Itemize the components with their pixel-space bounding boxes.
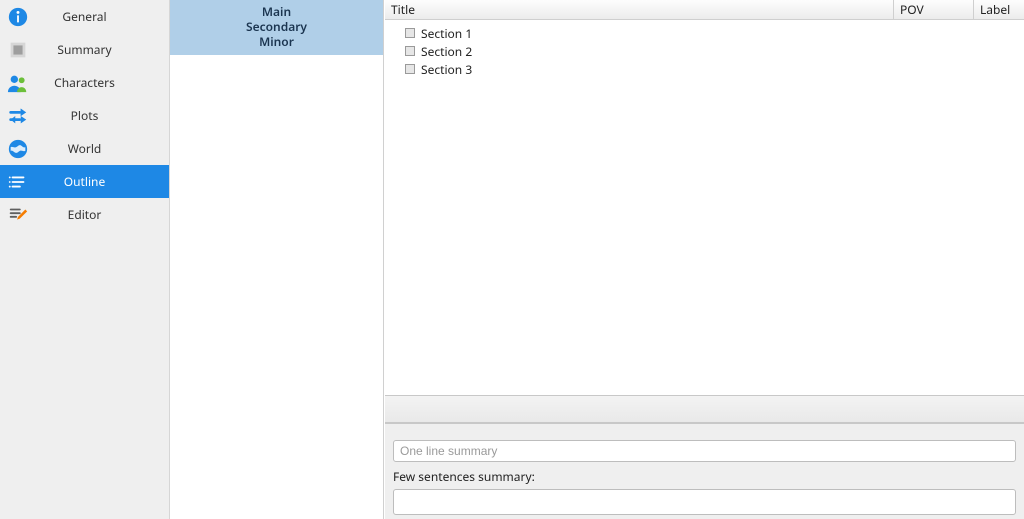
sidebar-item-characters[interactable]: Characters — [0, 66, 169, 99]
info-icon — [0, 6, 36, 28]
sidebar-item-general[interactable]: General — [0, 0, 169, 33]
sidebar-item-editor[interactable]: Editor — [0, 198, 169, 231]
sidebar-item-label: Summary — [36, 41, 169, 58]
globe-icon — [0, 138, 36, 160]
panel-divider[interactable] — [385, 395, 1024, 423]
tree-cell-title: Section 3 — [421, 61, 894, 78]
editor-icon — [0, 204, 36, 226]
tree-row[interactable]: Section 3 — [385, 60, 1024, 78]
sidebar-item-summary[interactable]: Summary — [0, 33, 169, 66]
outline-type-secondary[interactable]: Secondary — [170, 19, 383, 34]
outline-type-main[interactable]: Main — [170, 4, 383, 19]
sidebar-item-label: Outline — [36, 173, 169, 190]
tree-body[interactable]: Section 1 Section 2 Section 3 — [385, 20, 1024, 395]
plots-icon — [0, 105, 36, 127]
few-sentences-label: Few sentences summary: — [393, 468, 1016, 485]
sidebar-item-label: World — [36, 140, 169, 157]
few-sentences-summary-input[interactable] — [393, 489, 1016, 515]
characters-icon — [0, 72, 36, 94]
column-header-pov[interactable]: POV — [894, 0, 974, 19]
sidebar-item-label: Characters — [36, 74, 169, 91]
sidebar-item-label: General — [36, 8, 169, 25]
tree-cell-title: Section 2 — [421, 43, 894, 60]
column-header-title[interactable]: Title — [385, 0, 894, 19]
sidebar-item-label: Editor — [36, 206, 169, 223]
document-icon — [403, 44, 417, 58]
outline-main: Title POV Label Section 1 Section 2 — [384, 0, 1024, 519]
outline-type-minor[interactable]: Minor — [170, 34, 383, 49]
sidebar-item-world[interactable]: World — [0, 132, 169, 165]
outline-tree: Title POV Label Section 1 Section 2 — [385, 0, 1024, 395]
sidebar-item-plots[interactable]: Plots — [0, 99, 169, 132]
one-line-summary-input[interactable] — [393, 440, 1016, 462]
tree-row[interactable]: Section 1 — [385, 24, 1024, 42]
document-icon — [403, 26, 417, 40]
summary-panel: Few sentences summary: — [385, 423, 1024, 519]
outline-icon — [0, 171, 36, 193]
summary-icon — [0, 39, 36, 61]
column-header-label[interactable]: Label — [974, 0, 1024, 19]
document-icon — [403, 62, 417, 76]
outline-type-list: Main Secondary Minor — [170, 0, 384, 519]
sidebar-item-label: Plots — [36, 107, 169, 124]
sidebar-nav: General Summary Characters Plots World — [0, 0, 170, 519]
tree-header: Title POV Label — [385, 0, 1024, 20]
tree-cell-title: Section 1 — [421, 25, 894, 42]
sidebar-item-outline[interactable]: Outline — [0, 165, 169, 198]
tree-row[interactable]: Section 2 — [385, 42, 1024, 60]
